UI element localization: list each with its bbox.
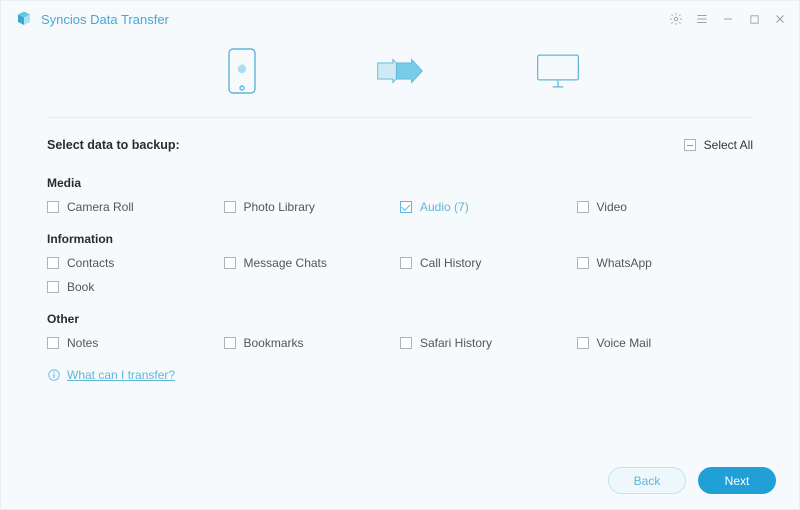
item-label: Video [597, 200, 627, 214]
checkbox[interactable] [47, 281, 59, 293]
app-title: Syncios Data Transfer [41, 12, 169, 27]
item-label: WhatsApp [597, 256, 652, 270]
settings-icon[interactable] [669, 12, 683, 26]
checkbox[interactable] [224, 201, 236, 213]
item-call-history[interactable]: Call History [400, 256, 577, 270]
checkbox[interactable] [224, 337, 236, 349]
item-label: Call History [420, 256, 481, 270]
item-message-chats[interactable]: Message Chats [224, 256, 401, 270]
minimize-icon[interactable] [721, 12, 735, 26]
titlebar: Syncios Data Transfer [1, 1, 799, 37]
checkbox[interactable] [400, 257, 412, 269]
item-label: Book [67, 280, 94, 294]
help-link-label: What can I transfer? [67, 368, 175, 382]
checkbox[interactable] [224, 257, 236, 269]
item-whatsapp[interactable]: WhatsApp [577, 256, 754, 270]
select-all-checkbox[interactable] [684, 139, 696, 151]
phone-icon [219, 47, 265, 95]
group-title: Media [47, 176, 753, 190]
item-label: Audio (7) [420, 200, 469, 214]
maximize-icon[interactable] [747, 12, 761, 26]
item-label: Notes [67, 336, 98, 350]
item-camera-roll[interactable]: Camera Roll [47, 200, 224, 214]
next-button-label: Next [725, 474, 750, 488]
item-voice-mail[interactable]: Voice Mail [577, 336, 754, 350]
window-controls [669, 12, 787, 26]
group-media: Media Camera Roll Photo Library Audio (7… [47, 176, 753, 214]
monitor-icon [535, 49, 581, 93]
group-title: Other [47, 312, 753, 326]
item-video[interactable]: Video [577, 200, 754, 214]
group-information: Information Contacts Message Chats Call … [47, 232, 753, 294]
help-link[interactable]: What can I transfer? [47, 368, 753, 382]
item-label: Bookmarks [244, 336, 304, 350]
item-label: Photo Library [244, 200, 315, 214]
checkbox[interactable] [400, 337, 412, 349]
item-label: Contacts [67, 256, 114, 270]
back-button-label: Back [634, 474, 661, 488]
section-prompt: Select data to backup: [47, 138, 180, 152]
group-other: Other Notes Bookmarks Safari History Voi… [47, 312, 753, 350]
menu-icon[interactable] [695, 12, 709, 26]
checkbox[interactable] [577, 337, 589, 349]
app-logo-icon [15, 10, 33, 28]
next-button[interactable]: Next [698, 467, 776, 494]
arrow-icon [375, 56, 425, 86]
item-bookmarks[interactable]: Bookmarks [224, 336, 401, 350]
item-contacts[interactable]: Contacts [47, 256, 224, 270]
item-audio[interactable]: Audio (7) [400, 200, 577, 214]
checkbox[interactable] [400, 201, 412, 213]
item-label: Safari History [420, 336, 492, 350]
checkbox[interactable] [577, 201, 589, 213]
item-label: Camera Roll [67, 200, 134, 214]
select-all[interactable]: Select All [684, 138, 753, 152]
device-flow [1, 37, 799, 117]
checkbox[interactable] [47, 257, 59, 269]
checkbox[interactable] [47, 201, 59, 213]
item-label: Message Chats [244, 256, 327, 270]
back-button[interactable]: Back [608, 467, 686, 494]
footer-buttons: Back Next [608, 467, 776, 494]
item-safari-history[interactable]: Safari History [400, 336, 577, 350]
select-all-label: Select All [704, 138, 753, 152]
content-area: Select data to backup: Select All Media … [1, 118, 799, 382]
item-notes[interactable]: Notes [47, 336, 224, 350]
item-photo-library[interactable]: Photo Library [224, 200, 401, 214]
checkbox[interactable] [47, 337, 59, 349]
group-title: Information [47, 232, 753, 246]
checkbox[interactable] [577, 257, 589, 269]
item-label: Voice Mail [597, 336, 652, 350]
item-book[interactable]: Book [47, 280, 225, 294]
close-icon[interactable] [773, 12, 787, 26]
